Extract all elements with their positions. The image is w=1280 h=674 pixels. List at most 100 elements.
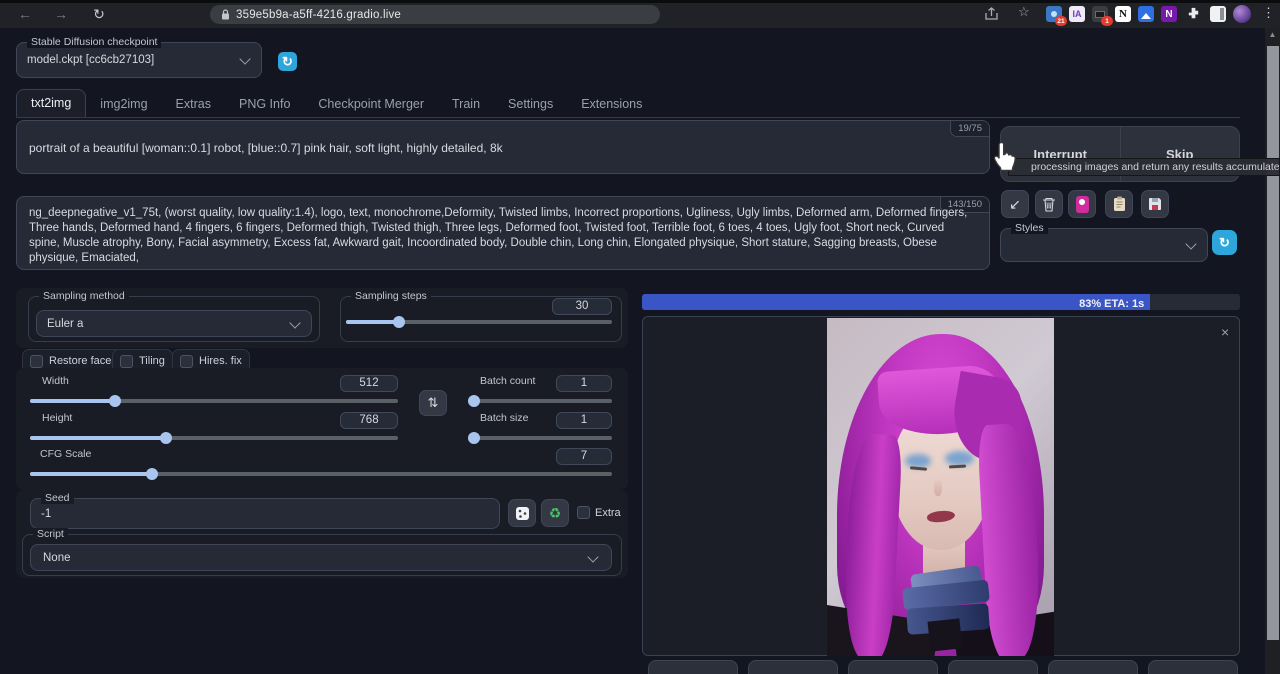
- scrollbar-thumb[interactable]: [1267, 46, 1279, 640]
- extension-onenote-icon[interactable]: N: [1161, 6, 1177, 22]
- tab-txt2img[interactable]: txt2img: [16, 89, 86, 117]
- chevron-down-icon: [239, 53, 250, 64]
- batch-count-slider[interactable]: [468, 395, 612, 407]
- negative-prompt-textarea[interactable]: 143/150 ng_deepnegative_v1_75t, (worst q…: [16, 196, 990, 270]
- script-value: None: [43, 552, 71, 564]
- sampling-method-value: Euler a: [47, 318, 83, 330]
- extension-ia-icon[interactable]: IA: [1069, 6, 1085, 22]
- sampling-method-dropdown[interactable]: Euler a: [36, 310, 312, 337]
- prompt-text: portrait of a beautiful [woman::0.1] rob…: [29, 141, 975, 155]
- clipboard-icon: [1113, 196, 1126, 212]
- extra-seed-checkbox[interactable]: [577, 506, 590, 519]
- save-style-button[interactable]: [1141, 190, 1169, 218]
- sampling-steps-input[interactable]: 30: [552, 298, 612, 315]
- batch-count-label: Batch count: [476, 375, 539, 387]
- sidebar-icon[interactable]: [1210, 6, 1226, 22]
- prompt-textarea[interactable]: 19/75 portrait of a beautiful [woman::0.…: [16, 120, 990, 174]
- batch-size-input[interactable]: 1: [556, 412, 612, 429]
- restore-faces-checkbox[interactable]: [30, 355, 43, 368]
- reuse-seed-button[interactable]: ♻: [541, 499, 569, 527]
- slider-thumb[interactable]: [468, 432, 480, 444]
- tiling-checkbox[interactable]: [120, 355, 133, 368]
- gallery-action-button-stub[interactable]: [848, 660, 938, 674]
- slider-thumb[interactable]: [109, 395, 121, 407]
- width-slider[interactable]: [30, 395, 398, 407]
- random-seed-button[interactable]: [508, 499, 536, 527]
- gallery-action-button-stub[interactable]: [948, 660, 1038, 674]
- batch-size-slider[interactable]: [468, 432, 612, 444]
- gallery-action-button-stub[interactable]: [1048, 660, 1138, 674]
- styles-dropdown[interactable]: Styles: [1000, 228, 1208, 262]
- generated-image[interactable]: [827, 318, 1054, 656]
- checkpoint-label: Stable Diffusion checkpoint: [27, 36, 161, 48]
- profile-avatar[interactable]: [1233, 5, 1251, 23]
- close-preview-icon[interactable]: ×: [1221, 324, 1229, 340]
- card-icon: [1076, 196, 1089, 213]
- share-icon[interactable]: [984, 7, 999, 21]
- slider-thumb[interactable]: [146, 468, 158, 480]
- styles-refresh-button[interactable]: ↻: [1212, 230, 1237, 255]
- slider-thumb[interactable]: [393, 316, 405, 328]
- height-slider[interactable]: [30, 432, 398, 444]
- tab-extras[interactable]: Extras: [162, 91, 225, 117]
- reload-icon[interactable]: ↻: [88, 3, 110, 25]
- extension-badge: 21: [1055, 16, 1067, 26]
- extension-notion-icon[interactable]: N: [1115, 6, 1131, 22]
- extension-camera-icon[interactable]: 1: [1092, 6, 1108, 22]
- tiling-label: Tiling: [139, 355, 165, 367]
- gallery-action-button-stub[interactable]: [748, 660, 838, 674]
- browser-menu-icon[interactable]: ⋮: [1262, 5, 1275, 21]
- scrollbar-up-icon[interactable]: ▲: [1265, 30, 1280, 39]
- page-scrollbar[interactable]: ▲: [1265, 28, 1280, 674]
- tab-png-info[interactable]: PNG Info: [225, 91, 304, 117]
- swap-width-height-button[interactable]: ⇅: [419, 390, 447, 416]
- interrupt-tooltip: processing images and return any results…: [1008, 158, 1280, 176]
- height-input[interactable]: 768: [340, 412, 398, 429]
- checkpoint-refresh-button[interactable]: ↻: [278, 52, 297, 71]
- forward-icon[interactable]: →: [50, 3, 72, 25]
- width-input[interactable]: 512: [340, 375, 398, 392]
- slider-fill: [30, 399, 115, 403]
- paste-generation-params-button[interactable]: ↙: [1001, 190, 1029, 218]
- tab-settings[interactable]: Settings: [494, 91, 567, 117]
- seed-label: Seed: [41, 492, 74, 504]
- trash-icon: [1042, 197, 1056, 212]
- extension-badge: 1: [1101, 16, 1113, 26]
- clear-prompt-button[interactable]: [1035, 190, 1063, 218]
- slider-thumb[interactable]: [160, 432, 172, 444]
- slider-track: [468, 399, 612, 403]
- seed-value: -1: [41, 508, 51, 520]
- image-art-eyeshadow: [905, 454, 931, 468]
- seed-input[interactable]: Seed -1: [30, 498, 500, 529]
- address-bar[interactable]: 359e5b9a-a5ff-4216.gradio.live: [210, 5, 660, 24]
- tab-extensions[interactable]: Extensions: [567, 91, 656, 117]
- swap-arrows-icon: ⇅: [428, 395, 439, 411]
- apply-style-button[interactable]: [1105, 190, 1133, 218]
- mountain-shape: [1141, 13, 1151, 19]
- slider-fill: [30, 472, 152, 476]
- gallery-action-button-stub[interactable]: [1148, 660, 1238, 674]
- tab-checkpoint-merger[interactable]: Checkpoint Merger: [304, 91, 438, 117]
- cfg-scale-input[interactable]: 7: [556, 448, 612, 465]
- gallery-action-button-stub[interactable]: [648, 660, 738, 674]
- extension-photos-icon[interactable]: [1138, 6, 1154, 22]
- bookmark-star-icon[interactable]: ☆: [1018, 4, 1030, 20]
- lock-icon: [221, 9, 230, 20]
- cfg-scale-slider[interactable]: [30, 468, 612, 480]
- slider-fill: [346, 320, 399, 324]
- tab-train[interactable]: Train: [438, 91, 494, 117]
- extensions-puzzle-icon[interactable]: [1186, 6, 1201, 21]
- extra-networks-button[interactable]: [1068, 190, 1096, 218]
- extension-pin-icon[interactable]: 21: [1046, 6, 1062, 22]
- hires-fix-checkbox[interactable]: [180, 355, 193, 368]
- checkpoint-dropdown[interactable]: Stable Diffusion checkpoint model.ckpt […: [16, 42, 262, 78]
- slider-thumb[interactable]: [468, 395, 480, 407]
- progress-text: 83% ETA: 1s: [1079, 298, 1150, 310]
- script-dropdown[interactable]: None: [30, 544, 612, 571]
- tab-img2img[interactable]: img2img: [86, 91, 161, 117]
- slider-fill: [468, 399, 474, 403]
- sampling-steps-slider[interactable]: [346, 316, 612, 328]
- batch-count-input[interactable]: 1: [556, 375, 612, 392]
- back-icon[interactable]: ←: [14, 3, 36, 25]
- progress-bar: 83% ETA: 1s: [642, 294, 1240, 310]
